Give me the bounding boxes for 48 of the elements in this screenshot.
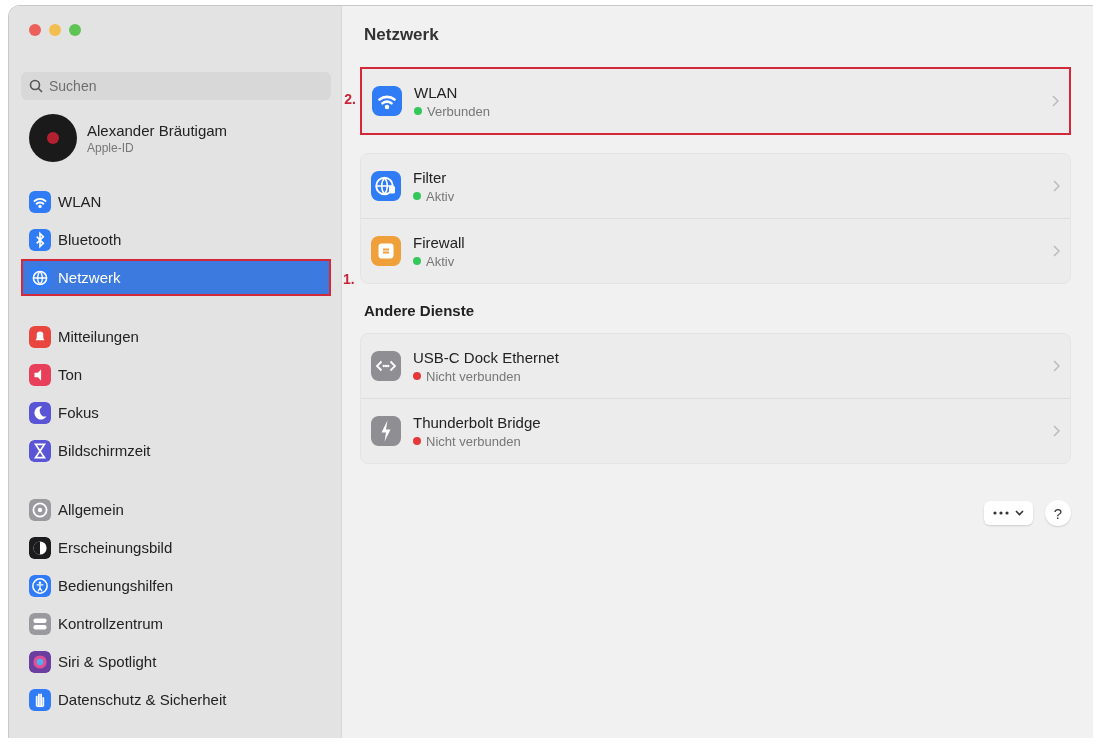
sidebar-item[interactable]: Kontrollzentrum: [21, 605, 331, 642]
callout-label: 1.: [343, 271, 355, 287]
chevron-icon[interactable]: [1053, 245, 1060, 257]
sidebar-item[interactable]: WLAN: [21, 183, 331, 220]
sidebar-item[interactable]: Bedienungshilfen: [21, 567, 331, 604]
service-name: Filter: [413, 168, 448, 186]
status-text: Verbunden: [427, 103, 490, 119]
avatar[interactable]: [29, 114, 77, 162]
zoom-button[interactable]: [69, 24, 81, 36]
sidebar-item[interactable]: Bluetooth: [21, 221, 331, 258]
account-name: Alexander Bräutigam: [87, 121, 228, 139]
firewall-icon: [371, 236, 401, 266]
search-field[interactable]: Suchen: [21, 72, 331, 100]
caret-icon: [1015, 510, 1024, 516]
sidebar-item[interactable]: Ton: [21, 356, 331, 393]
sidebar-item[interactable]: Datenschutz & Sicherheit: [21, 681, 331, 718]
more-button[interactable]: [984, 501, 1033, 525]
minimize-button[interactable]: [49, 24, 61, 36]
sidebar-item[interactable]: Bildschirmzeit: [21, 432, 331, 469]
sidebar-item[interactable]: Allgemein: [21, 491, 331, 528]
globe-shield-icon: [371, 171, 401, 201]
status-text: Nicht verbunden: [426, 433, 521, 449]
service-name: USB-C Dock Ethernet: [413, 348, 560, 366]
sidebar-item[interactable]: Mitteilungen: [21, 318, 331, 355]
callout-label: 2.: [344, 91, 356, 107]
service-name: WLAN: [414, 83, 459, 101]
page-title: Netzwerk: [364, 25, 440, 45]
ellipsis-icon: [993, 511, 1009, 515]
chevron-icon[interactable]: [1052, 95, 1059, 107]
account-subtitle: Apple-ID: [87, 140, 135, 155]
sidebar-item[interactable]: Fokus: [21, 394, 331, 431]
section-heading: Andere Dienste: [364, 302, 476, 319]
sidebar-item[interactable]: Netzwerk: [21, 259, 331, 296]
chevron-icon[interactable]: [1053, 360, 1060, 372]
status-text: Aktiv: [426, 253, 455, 269]
service-name: Firewall: [413, 233, 466, 251]
ethernet-icon: [371, 351, 401, 381]
status-text: Nicht verbunden: [426, 368, 521, 384]
help-button[interactable]: ?: [1045, 500, 1071, 526]
chevron-icon[interactable]: [1053, 180, 1060, 192]
close-button[interactable]: [29, 24, 41, 36]
sidebar-item[interactable]: Erscheinungsbild: [21, 529, 331, 566]
status-text: Aktiv: [426, 188, 455, 204]
sidebar-item[interactable]: Siri & Spotlight: [21, 643, 331, 680]
wifi-icon: [372, 86, 402, 116]
chevron-icon[interactable]: [1053, 425, 1060, 437]
service-name: Thunderbolt Bridge: [413, 413, 542, 431]
lightning-icon: [371, 416, 401, 446]
